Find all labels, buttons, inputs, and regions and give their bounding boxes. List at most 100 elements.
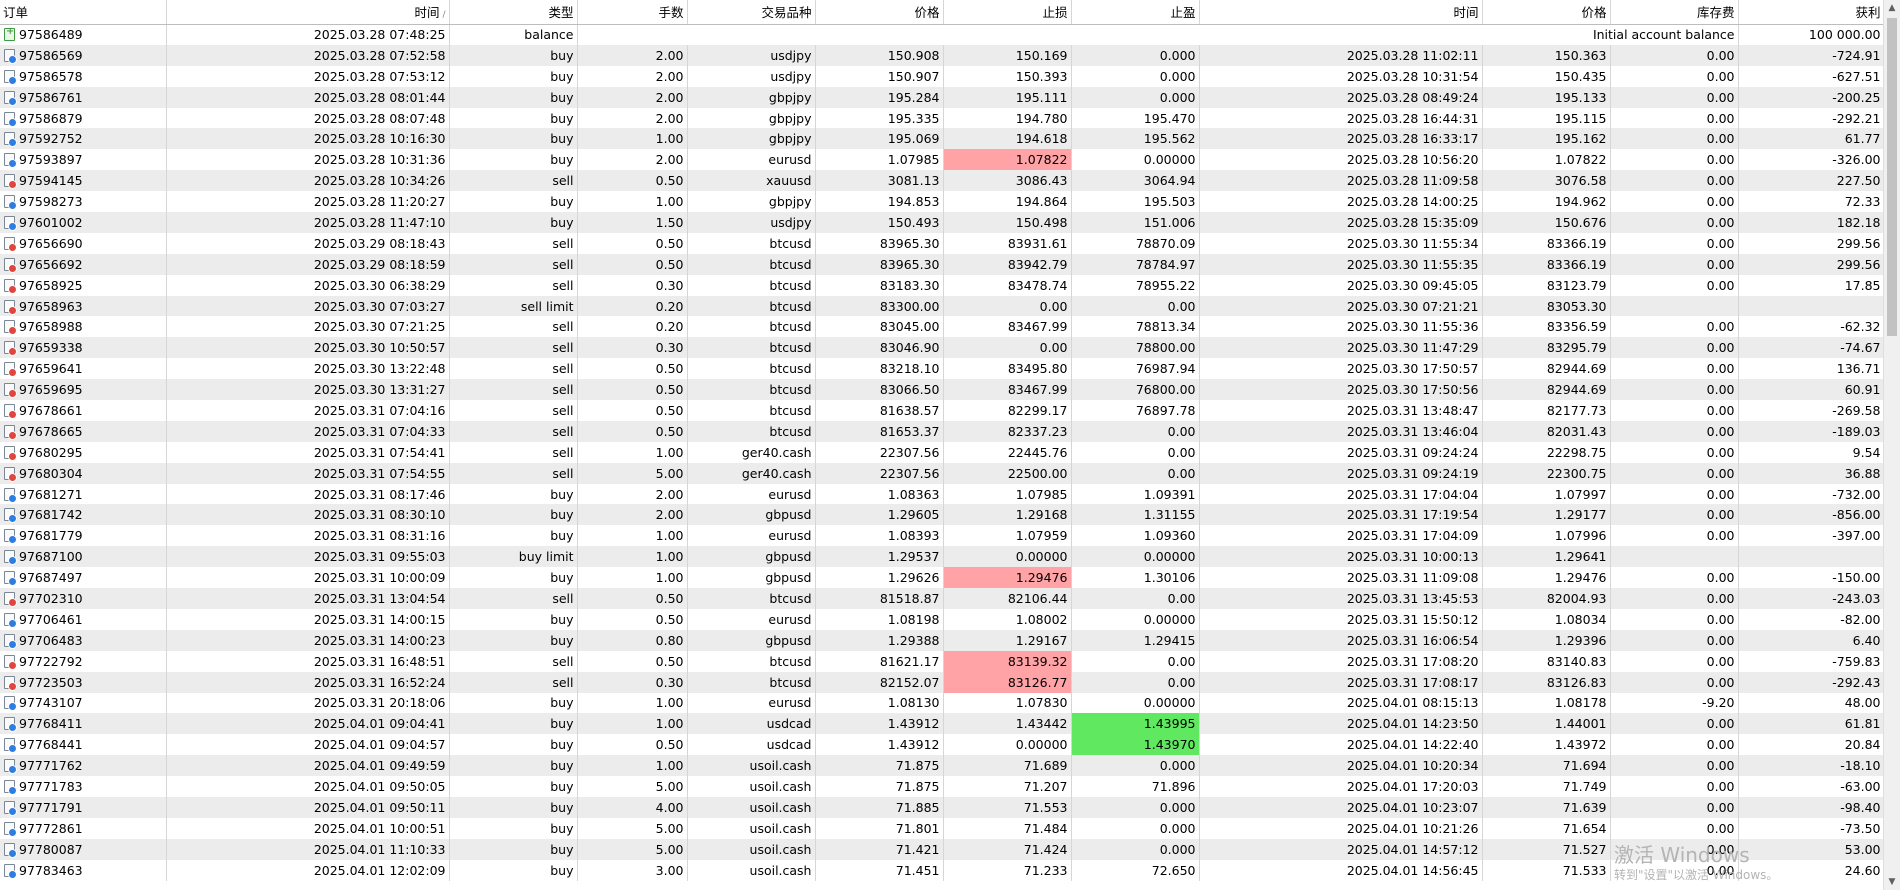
profit-cell: -200.25 bbox=[1738, 86, 1885, 108]
table-row[interactable]: 97743107 2025.03.31 20:18:06 buy 1.00 eurusd… bbox=[0, 692, 1885, 714]
stop-loss-cell: 195.111 bbox=[943, 86, 1072, 108]
table-row[interactable]: 97658925 2025.03.30 06:38:29 sell 0.30 btcus… bbox=[0, 274, 1885, 296]
scrollbar-thumb[interactable] bbox=[1887, 18, 1897, 336]
scroll-down-arrow-icon[interactable]: ▼ bbox=[1884, 874, 1900, 890]
table-row[interactable]: 97722792 2025.03.31 16:48:51 sell 0.50 btcus… bbox=[0, 650, 1885, 672]
column-header-type[interactable]: 类型 bbox=[449, 0, 578, 25]
table-row[interactable]: 97659641 2025.03.30 13:22:48 sell 0.50 btcus… bbox=[0, 358, 1885, 380]
table-row[interactable]: 97592752 2025.03.28 10:16:30 buy 1.00 gbpjpy… bbox=[0, 128, 1885, 150]
table-row[interactable]: 97768441 2025.04.01 09:04:57 buy 0.50 usdcad… bbox=[0, 734, 1885, 756]
stop-loss-cell: 194.864 bbox=[943, 191, 1072, 213]
table-row[interactable]: 97656692 2025.03.29 08:18:59 sell 0.50 btcus… bbox=[0, 253, 1885, 275]
table-row[interactable]: 97771783 2025.04.01 09:50:05 buy 5.00 usoil.… bbox=[0, 776, 1885, 797]
open-time-cell: 2025.03.31 14:00:15 bbox=[166, 608, 450, 630]
table-row[interactable]: 97586578 2025.03.28 07:53:12 buy 2.00 usdjpy… bbox=[0, 65, 1885, 87]
take-profit-cell: 195.562 bbox=[1071, 128, 1200, 150]
table-row[interactable]: 97598273 2025.03.28 11:20:27 buy 1.00 gbpjpy… bbox=[0, 191, 1885, 213]
table-row[interactable]: 97702310 2025.03.31 13:04:54 sell 0.50 btcus… bbox=[0, 588, 1885, 609]
table-row[interactable]: 97706461 2025.03.31 14:00:15 buy 0.50 eurusd… bbox=[0, 608, 1885, 630]
table-row[interactable]: 97586569 2025.03.28 07:52:58 buy 2.00 usdjpy… bbox=[0, 44, 1885, 66]
close-time-cell: 2025.03.28 14:00:25 bbox=[1199, 191, 1483, 213]
column-header-open-price[interactable]: 价格 bbox=[815, 0, 944, 25]
table-row[interactable]: 97706483 2025.03.31 14:00:23 buy 0.80 gbpusd… bbox=[0, 629, 1885, 651]
type-cell: sell bbox=[449, 274, 578, 296]
table-row[interactable]: 97678661 2025.03.31 07:04:16 sell 0.50 btcus… bbox=[0, 400, 1885, 421]
column-header-volume[interactable]: 手数 bbox=[577, 0, 688, 25]
volume-cell: 1.00 bbox=[577, 128, 688, 150]
open-time-cell: 2025.03.28 08:01:44 bbox=[166, 86, 450, 108]
sell-deal-icon bbox=[4, 257, 17, 273]
column-header-profit[interactable]: 获利 bbox=[1738, 0, 1885, 25]
take-profit-cell: 1.30106 bbox=[1071, 567, 1200, 589]
table-row[interactable]: 97681742 2025.03.31 08:30:10 buy 2.00 gbpusd… bbox=[0, 504, 1885, 526]
table-row[interactable]: 97723503 2025.03.31 16:52:24 sell 0.30 btcus… bbox=[0, 671, 1885, 693]
order-cell: 97586761 bbox=[0, 86, 167, 108]
order-cell: 97743107 bbox=[0, 692, 167, 714]
volume-cell: 1.00 bbox=[577, 441, 688, 463]
table-row[interactable]: 97594145 2025.03.28 10:34:26 sell 0.50 xauus… bbox=[0, 170, 1885, 192]
type-cell: sell limit bbox=[449, 295, 578, 317]
vertical-scrollbar[interactable]: ▲ ▼ bbox=[1883, 0, 1900, 890]
table-row[interactable]: 97681779 2025.03.31 08:31:16 buy 1.00 eurusd… bbox=[0, 525, 1885, 547]
take-profit-cell: 0.00 bbox=[1071, 295, 1200, 317]
profit-cell: -759.83 bbox=[1738, 650, 1885, 672]
table-row[interactable]: 97768411 2025.04.01 09:04:41 buy 1.00 usdcad… bbox=[0, 713, 1885, 735]
take-profit-cell: 0.000 bbox=[1071, 86, 1200, 108]
table-row[interactable]: 97659695 2025.03.30 13:31:27 sell 0.50 btcus… bbox=[0, 379, 1885, 401]
column-header-close-price[interactable]: 价格 bbox=[1482, 0, 1611, 25]
open-price-cell: 71.421 bbox=[815, 838, 944, 860]
table-row[interactable]: 97601002 2025.03.28 11:47:10 buy 1.50 usdjpy… bbox=[0, 212, 1885, 233]
open-price-cell: 150.493 bbox=[815, 212, 944, 233]
column-header-stop-loss[interactable]: 止损 bbox=[943, 0, 1072, 25]
open-price-cell: 81653.37 bbox=[815, 420, 944, 442]
order-cell: 97772861 bbox=[0, 817, 167, 839]
table-row[interactable]: 97780087 2025.04.01 11:10:33 buy 5.00 usoil.… bbox=[0, 838, 1885, 860]
table-row[interactable]: 97687100 2025.03.31 09:55:03 buy limit 1.00… bbox=[0, 546, 1885, 568]
close-price-cell: 1.07996 bbox=[1482, 525, 1611, 547]
table-row[interactable]: 97771762 2025.04.01 09:49:59 buy 1.00 usoil.… bbox=[0, 755, 1885, 777]
open-price-cell: 71.875 bbox=[815, 776, 944, 797]
table-row[interactable]: 97656690 2025.03.29 08:18:43 sell 0.50 btcus… bbox=[0, 232, 1885, 254]
open-time-cell: 2025.03.31 13:04:54 bbox=[166, 588, 450, 609]
table-row[interactable]: 97659338 2025.03.30 10:50:57 sell 0.30 btcus… bbox=[0, 337, 1885, 359]
table-row[interactable]: 97586761 2025.03.28 08:01:44 buy 2.00 gbpjpy… bbox=[0, 86, 1885, 108]
stop-loss-cell: 83126.77 bbox=[943, 671, 1072, 693]
symbol-cell: btcusd bbox=[687, 588, 816, 609]
table-row[interactable]: 97658963 2025.03.30 07:03:27 sell limit 0.2… bbox=[0, 295, 1885, 317]
table-row[interactable]: 97771791 2025.04.01 09:50:11 buy 4.00 usoil.… bbox=[0, 796, 1885, 818]
open-time-cell: 2025.03.28 08:07:48 bbox=[166, 107, 450, 129]
column-header-open-time[interactable]: 时间 / bbox=[166, 0, 450, 25]
column-header-symbol[interactable]: 交易品种 bbox=[687, 0, 816, 25]
column-header-order[interactable]: 订单 bbox=[0, 0, 167, 25]
profit-cell: -150.00 bbox=[1738, 567, 1885, 589]
table-row[interactable]: 97658988 2025.03.30 07:21:25 sell 0.20 btcus… bbox=[0, 316, 1885, 338]
type-cell: buy bbox=[449, 629, 578, 651]
symbol-cell: btcusd bbox=[687, 358, 816, 380]
close-time-cell: 2025.03.31 13:48:47 bbox=[1199, 400, 1483, 421]
table-row[interactable]: 97586879 2025.03.28 08:07:48 buy 2.00 gbpjpy… bbox=[0, 107, 1885, 129]
swap-cell: 0.00 bbox=[1610, 483, 1739, 505]
table-row[interactable]: 97678665 2025.03.31 07:04:33 sell 0.50 btcus… bbox=[0, 420, 1885, 442]
close-price-cell: 82944.69 bbox=[1482, 358, 1611, 380]
table-row[interactable]: 97783463 2025.04.01 12:02:09 buy 3.00 usoil.… bbox=[0, 859, 1885, 881]
column-header-take-profit[interactable]: 止盈 bbox=[1071, 0, 1200, 25]
scroll-up-arrow-icon[interactable]: ▲ bbox=[1884, 0, 1900, 16]
table-row[interactable]: 97680295 2025.03.31 07:54:41 sell 1.00 ger40… bbox=[0, 441, 1885, 463]
column-header-swap[interactable]: 库存费 bbox=[1610, 0, 1739, 25]
symbol-cell: usoil.cash bbox=[687, 838, 816, 860]
type-cell: buy bbox=[449, 504, 578, 526]
symbol-cell: gbpusd bbox=[687, 629, 816, 651]
balance-row[interactable]: 97586489 2025.03.28 07:48:25 balance Ini… bbox=[0, 24, 1885, 45]
table-row[interactable]: 97681271 2025.03.31 08:17:46 buy 2.00 eurusd… bbox=[0, 483, 1885, 505]
take-profit-cell: 0.00 bbox=[1071, 441, 1200, 463]
symbol-cell: eurusd bbox=[687, 525, 816, 547]
table-row[interactable]: 97593897 2025.03.28 10:31:36 buy 2.00 eurusd… bbox=[0, 149, 1885, 171]
close-price-cell: 83366.19 bbox=[1482, 253, 1611, 275]
table-row[interactable]: 97680304 2025.03.31 07:54:55 sell 5.00 ger40… bbox=[0, 462, 1885, 484]
table-row[interactable]: 97687497 2025.03.31 10:00:09 buy 1.00 gbpusd… bbox=[0, 567, 1885, 589]
swap-cell: 0.00 bbox=[1610, 796, 1739, 818]
column-header-close-time[interactable]: 时间 bbox=[1199, 0, 1483, 25]
buy-deal-icon bbox=[4, 90, 17, 106]
table-row[interactable]: 97772861 2025.04.01 10:00:51 buy 5.00 usoil.… bbox=[0, 817, 1885, 839]
open-price-cell: 83183.30 bbox=[815, 274, 944, 296]
